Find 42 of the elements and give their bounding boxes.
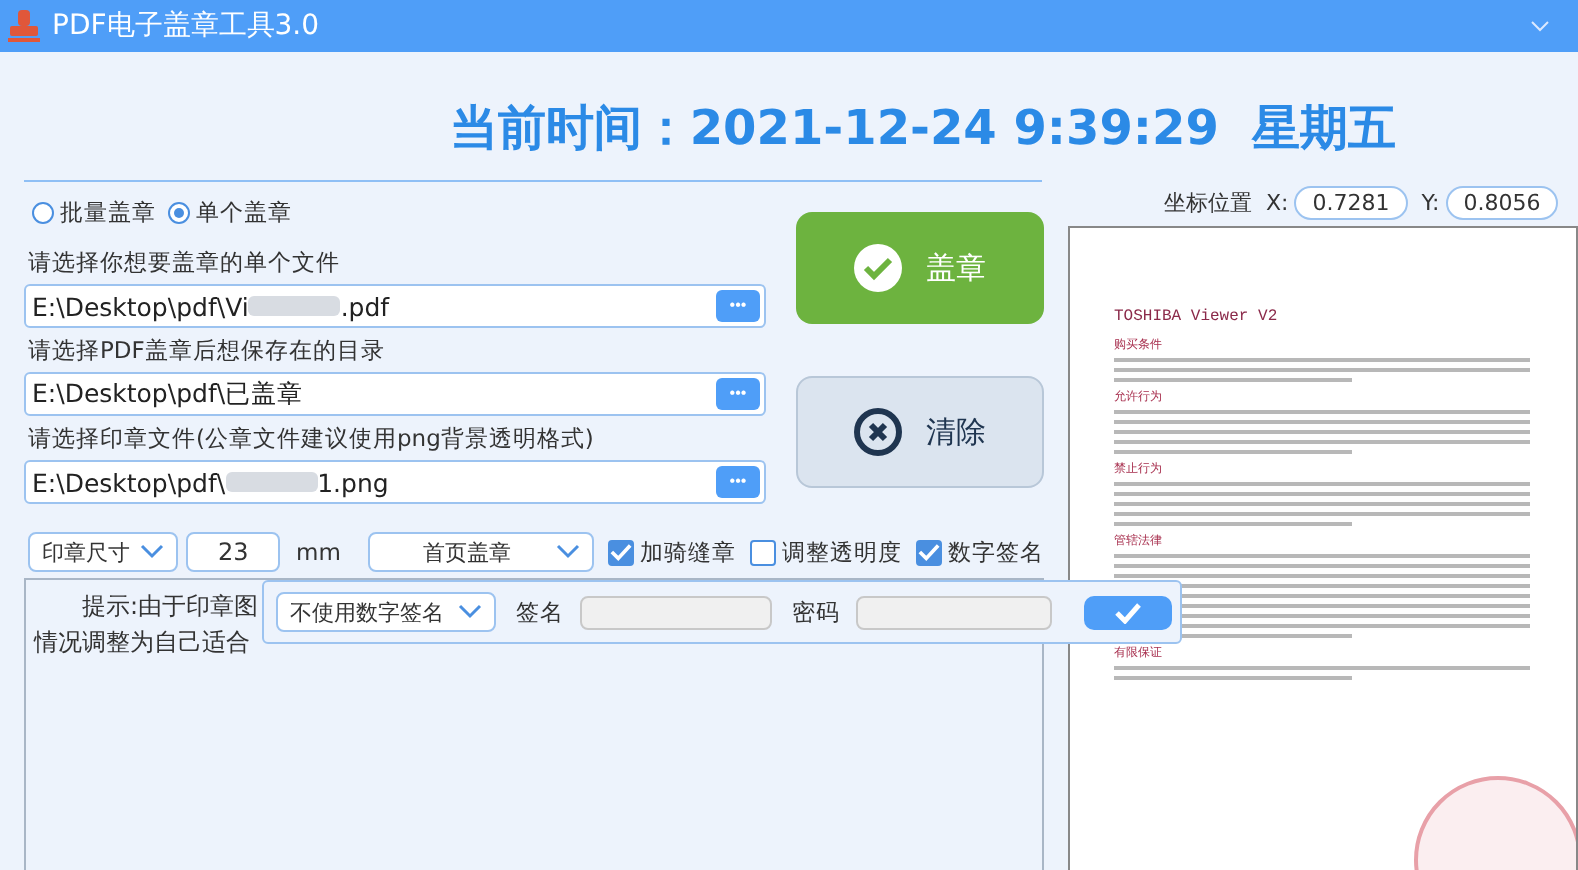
field-label: 请选择印章文件(公章文件建议使用png背景透明格式) bbox=[28, 424, 596, 454]
checkmark-icon bbox=[610, 542, 632, 562]
dropdown[interactable]: 印章尺寸 bbox=[28, 532, 179, 572]
check-circle-icon bbox=[854, 244, 902, 292]
checkbox[interactable]: 数字签名 bbox=[916, 537, 1044, 567]
clock-text: 当前时间：2021-12-24 9:39:29 星期五 bbox=[449, 98, 1397, 160]
stamp-icon bbox=[8, 8, 40, 44]
checkmark-icon bbox=[1114, 601, 1142, 623]
chevron-icon[interactable] bbox=[1530, 20, 1550, 32]
x-label: X: bbox=[1266, 190, 1289, 216]
clear-button[interactable]: 清除 bbox=[796, 376, 1044, 488]
radio-button[interactable]: 批量盖章 bbox=[32, 198, 156, 228]
hint-text: 提示:由于印章图 bbox=[80, 590, 259, 624]
close-circle-icon bbox=[854, 408, 902, 456]
file-path-field[interactable]: E:\Desktop\pdf\ 1.png ••• bbox=[24, 460, 766, 504]
radio-button[interactable]: 单个盖章 bbox=[168, 198, 292, 228]
caret-icon bbox=[458, 604, 482, 620]
unit-label: mm bbox=[296, 538, 341, 566]
y-coordinate-field[interactable]: 0.8056 bbox=[1445, 186, 1559, 220]
dropdown[interactable]: 不使用数字签名 bbox=[276, 592, 496, 632]
y-label: Y: bbox=[1421, 190, 1440, 216]
x-coordinate-field[interactable]: 0.7281 bbox=[1294, 186, 1408, 220]
document-title: TOSHIBA Viewer V2 bbox=[1114, 308, 1280, 326]
confirm-button[interactable] bbox=[1084, 595, 1172, 629]
password-field[interactable] bbox=[856, 595, 1052, 629]
signature-field[interactable] bbox=[580, 595, 772, 629]
field-label: 请选择你想要盖章的单个文件 bbox=[28, 248, 342, 278]
size-input[interactable]: 23 bbox=[186, 532, 281, 572]
dropdown[interactable]: 首页盖章 bbox=[368, 532, 594, 572]
file-path-field[interactable]: E:\Desktop\pdf\已盖章 ••• bbox=[24, 372, 766, 416]
window-title: PDF电子盖章工具3.0 bbox=[52, 8, 320, 44]
coordinate-label: 坐标位置 bbox=[1164, 188, 1252, 218]
field-label: 请选择PDF盖章后想保存在的目录 bbox=[28, 336, 387, 366]
checkbox[interactable]: 加骑缝章 bbox=[608, 537, 736, 567]
hint-text: 情况调整为自己适合 bbox=[34, 626, 250, 660]
password-label: 密码 bbox=[792, 597, 840, 627]
signature-label: 签名 bbox=[516, 597, 564, 627]
checkmark-icon bbox=[918, 542, 940, 562]
caret-icon bbox=[140, 544, 165, 560]
checkbox[interactable]: 调整透明度 bbox=[750, 537, 902, 567]
caret-icon bbox=[556, 544, 580, 560]
file-path-field[interactable]: E:\Desktop\pdf\Vi .pdf ••• bbox=[24, 284, 766, 328]
